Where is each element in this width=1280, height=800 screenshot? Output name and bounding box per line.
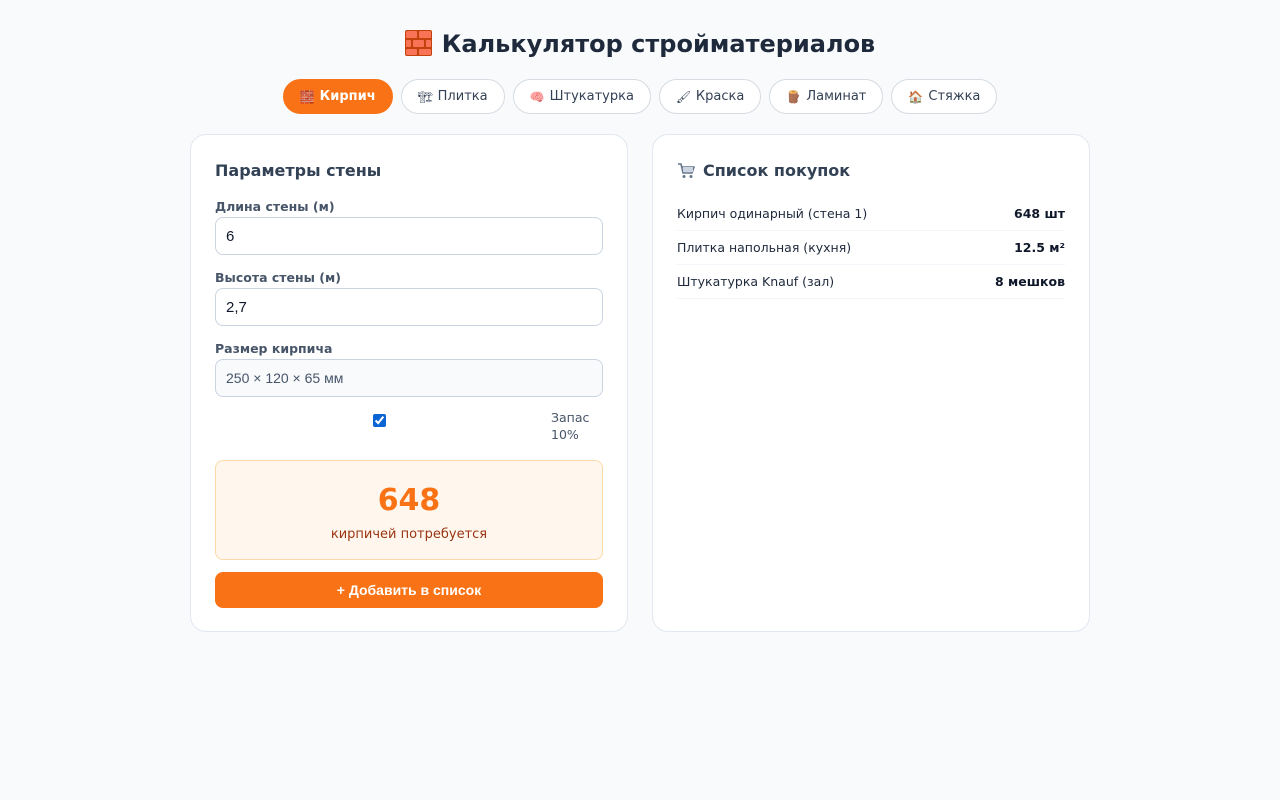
shopping-list: Кирпич одинарный (стена 1) 648 шт Плитка… <box>677 197 1065 299</box>
laminate-icon: 🪵 <box>786 89 802 104</box>
tab-plaster[interactable]: 🧠 Штукатурка <box>512 79 651 114</box>
wall-height-input[interactable] <box>215 288 603 326</box>
brick-icon: 🧱 <box>299 89 315 104</box>
list-item: Плитка напольная (кухня) 12.5 м² <box>677 231 1065 265</box>
page-title-text: Калькулятор стройматериалов <box>441 30 876 58</box>
height-label: Высота стены (м) <box>215 270 341 285</box>
wall-params-card: Параметры стены Длина стены (м) Высота с… <box>190 134 628 632</box>
tab-label: Краска <box>695 89 745 104</box>
add-to-list-button[interactable]: + Добавить в список <box>215 572 603 608</box>
tab-screed[interactable]: 🏠 Стяжка <box>891 79 998 114</box>
brick-icon <box>404 30 432 56</box>
result-box: 648 кирпичей потребуется <box>215 460 603 560</box>
plaster-icon: 🧠 <box>529 89 545 104</box>
item-name: Штукатурка Knauf (зал) <box>677 274 835 289</box>
card-title: Параметры стены <box>215 161 382 180</box>
tab-label: Плитка <box>437 89 488 104</box>
tab-label: Стяжка <box>928 89 981 104</box>
result-value: 648 <box>377 483 441 518</box>
wall-length-input[interactable] <box>215 217 603 255</box>
brick-size-label: Размер кирпича <box>215 341 333 356</box>
screed-icon: 🏠 <box>908 89 924 104</box>
list-item: Штукатурка Knauf (зал) 8 мешков <box>677 265 1065 299</box>
page-title: Калькулятор стройматериалов <box>0 26 1280 62</box>
tab-paint[interactable]: 🖌 Краска <box>658 79 762 114</box>
list-item: Кирпич одинарный (стена 1) 648 шт <box>677 197 1065 231</box>
shopping-list-title-text: Список покупок <box>703 161 851 180</box>
tab-tile[interactable]: 🏗 Плитка <box>400 79 505 114</box>
reserve-checkbox[interactable] <box>373 414 386 427</box>
paint-icon: 🖌 <box>675 89 692 104</box>
item-qty: 648 шт <box>1014 206 1065 221</box>
tab-brick[interactable]: 🧱 Кирпич <box>282 79 393 114</box>
item-name: Кирпич одинарный (стена 1) <box>677 206 868 221</box>
tab-laminate[interactable]: 🪵 Ламинат <box>769 79 884 114</box>
tab-label: Ламинат <box>806 89 867 104</box>
shopping-list-card: Список покупок Кирпич одинарный (стена 1… <box>652 134 1090 632</box>
cart-icon <box>678 162 695 178</box>
item-qty: 8 мешков <box>994 274 1065 289</box>
result-caption: кирпичей потребуется <box>330 527 488 542</box>
reserve-label: Запас 10% <box>551 410 590 442</box>
tile-icon: 🏗 <box>417 89 433 104</box>
tab-label: Штукатурка <box>549 89 634 104</box>
brick-size-field[interactable] <box>215 359 603 397</box>
material-tabs: 🧱 Кирпич 🏗 Плитка 🧠 Штукатурка 🖌 Краска … <box>0 79 1280 114</box>
tab-label: Кирпич <box>319 89 376 104</box>
item-name: Плитка напольная (кухня) <box>677 240 852 255</box>
shopping-list-title: Список покупок <box>677 161 850 180</box>
length-label: Длина стены (м) <box>215 199 335 214</box>
item-qty: 12.5 м² <box>1014 240 1065 255</box>
